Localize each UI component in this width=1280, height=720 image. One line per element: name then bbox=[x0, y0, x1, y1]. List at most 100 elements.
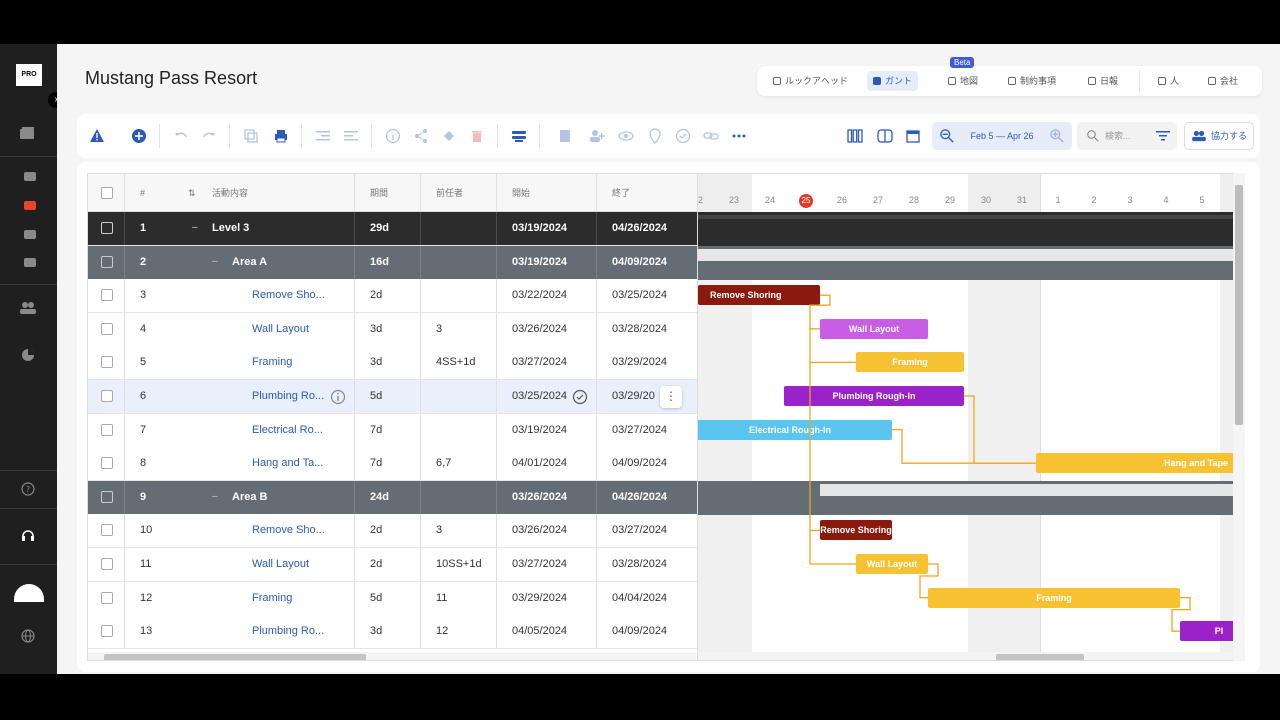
row-checkbox[interactable] bbox=[101, 255, 113, 268]
duration-cell[interactable]: 2d bbox=[370, 514, 382, 547]
help-icon[interactable]: ? bbox=[20, 482, 36, 496]
predecessor-cell[interactable]: 10SS+1d bbox=[436, 548, 482, 581]
redo-icon[interactable] bbox=[201, 128, 217, 144]
avatar[interactable] bbox=[14, 584, 44, 602]
collapse-icon[interactable]: – bbox=[212, 491, 218, 502]
row-checkbox[interactable] bbox=[101, 423, 113, 436]
tab-constraints[interactable]: 制約事項 bbox=[1002, 71, 1062, 91]
row-menu-icon[interactable]: ⋮ bbox=[660, 386, 682, 408]
activity-name[interactable]: Area A bbox=[232, 246, 324, 279]
duration-cell[interactable]: 3d bbox=[370, 346, 382, 379]
end-date-cell[interactable]: 04/09/2024 bbox=[612, 447, 667, 480]
start-date-cell[interactable]: 03/26/2024 bbox=[512, 514, 567, 547]
people-icon[interactable] bbox=[20, 301, 36, 315]
duration-cell[interactable]: 7d bbox=[370, 447, 382, 480]
folder-icon[interactable] bbox=[24, 172, 36, 181]
tab-lookahead[interactable]: ルックアヘッド bbox=[767, 71, 854, 91]
duration-cell[interactable]: 3d bbox=[370, 615, 382, 648]
app-logo[interactable]: PRO bbox=[16, 64, 42, 86]
collapse-all-icon[interactable]: ⇅ bbox=[188, 174, 202, 212]
end-date-cell[interactable]: 04/26/2024 bbox=[612, 481, 667, 514]
activity-name[interactable]: Wall Layout bbox=[252, 548, 324, 581]
gantt-horizontal-scrollbar[interactable] bbox=[698, 652, 1234, 660]
activity-name[interactable]: Electrical Ro... bbox=[252, 414, 324, 447]
share-icon[interactable] bbox=[413, 128, 429, 144]
end-date-cell[interactable]: 03/27/2024 bbox=[612, 414, 667, 447]
duration-cell[interactable]: 7d bbox=[370, 414, 382, 447]
row-checkbox[interactable] bbox=[101, 322, 113, 335]
building-icon[interactable] bbox=[557, 128, 573, 144]
select-all-checkbox[interactable] bbox=[101, 187, 113, 199]
zoom-in-icon[interactable] bbox=[1050, 129, 1064, 143]
scroll-thumb[interactable] bbox=[1235, 185, 1243, 425]
row-checkbox[interactable] bbox=[101, 625, 113, 638]
row-checkbox[interactable] bbox=[101, 524, 113, 537]
check-circle-icon[interactable] bbox=[675, 128, 691, 144]
warning-icon[interactable] bbox=[89, 128, 105, 144]
table-row[interactable]: 11 Wall Layout 2d 10SS+1d 03/27/2024 03/28/20… bbox=[88, 548, 697, 582]
duration-cell[interactable]: 29d bbox=[370, 212, 389, 245]
table-row[interactable]: 5 Framing 3d 4SS+1d 03/27/2024 03/29/2024 bbox=[88, 346, 697, 381]
start-date-cell[interactable]: 03/26/2024 bbox=[512, 313, 567, 346]
grid-horizontal-scrollbar[interactable] bbox=[88, 652, 696, 660]
calendar-icon[interactable] bbox=[905, 128, 921, 144]
collapse-icon[interactable]: – bbox=[212, 256, 218, 267]
row-checkbox[interactable] bbox=[101, 591, 113, 604]
duration-cell[interactable]: 5d bbox=[370, 582, 382, 615]
table-row[interactable]: 7 Electrical Ro... 7d 03/19/2024 03/27/2024 bbox=[88, 413, 697, 448]
duration-cell[interactable]: 2d bbox=[370, 279, 382, 312]
activity-name[interactable]: Remove Sho... bbox=[252, 514, 324, 547]
globe-icon[interactable] bbox=[20, 629, 36, 643]
start-date-cell[interactable]: 03/27/2024 bbox=[512, 346, 567, 379]
predecessor-cell[interactable]: 11 bbox=[436, 582, 447, 615]
predecessor-cell[interactable]: 6,7 bbox=[436, 447, 451, 480]
table-row[interactable]: 12 Framing 5d 11 03/29/2024 04/04/2024 bbox=[88, 581, 697, 616]
end-date-cell[interactable]: 03/27/2024 bbox=[612, 514, 667, 547]
check-circle-icon[interactable] bbox=[572, 389, 588, 405]
filter-icon[interactable] bbox=[1155, 128, 1171, 144]
more-icon[interactable] bbox=[731, 128, 747, 144]
header-end[interactable]: 終了 bbox=[612, 174, 630, 212]
add-person-icon[interactable] bbox=[589, 128, 605, 144]
start-date-cell[interactable]: 04/05/2024 bbox=[512, 615, 567, 648]
end-date-cell[interactable]: 03/29/2024 bbox=[612, 346, 667, 379]
end-date-cell[interactable]: 03/28/2024 bbox=[612, 313, 667, 346]
predecessor-cell[interactable]: 3 bbox=[436, 313, 442, 346]
table-row[interactable]: 3 Remove Sho... 2d 03/22/2024 03/25/2024 bbox=[88, 279, 697, 314]
row-checkbox[interactable] bbox=[101, 356, 113, 369]
start-date-cell[interactable]: 03/22/2024 bbox=[512, 279, 567, 312]
tab-map[interactable]: 地図 bbox=[942, 71, 984, 91]
table-row[interactable]: 6 Plumbing Ro... 5d 03/25/2024 03/29/20 ⋮ bbox=[88, 380, 697, 414]
start-date-cell[interactable]: 04/01/2024 bbox=[512, 447, 567, 480]
link-icon[interactable] bbox=[703, 128, 719, 144]
outdent-icon[interactable] bbox=[343, 128, 359, 144]
folder-stack-icon[interactable] bbox=[20, 126, 36, 140]
scroll-thumb[interactable] bbox=[104, 654, 366, 660]
start-date-cell[interactable]: 03/19/2024 bbox=[512, 414, 567, 447]
add-icon[interactable] bbox=[131, 128, 147, 144]
row-checkbox[interactable] bbox=[101, 289, 113, 302]
activity-name[interactable]: Remove Sho... bbox=[252, 279, 324, 312]
columns-view-icon[interactable] bbox=[847, 128, 863, 144]
activity-name[interactable]: Framing bbox=[252, 346, 324, 379]
end-date-cell[interactable]: 03/25/2024 bbox=[612, 279, 667, 312]
duration-cell[interactable]: 24d bbox=[370, 481, 389, 514]
paint-bucket-icon[interactable] bbox=[441, 128, 457, 144]
activity-name[interactable]: Plumbing Ro... bbox=[252, 380, 324, 413]
print-icon[interactable] bbox=[273, 128, 289, 144]
header-name[interactable]: 活動内容 bbox=[212, 174, 248, 212]
start-date-cell[interactable]: 03/29/2024 bbox=[512, 582, 567, 615]
folder-icon[interactable] bbox=[24, 258, 36, 267]
location-pin-icon[interactable] bbox=[647, 128, 663, 144]
headset-icon[interactable] bbox=[20, 528, 36, 542]
row-checkbox[interactable] bbox=[101, 390, 113, 402]
tab-gantt[interactable]: ガント bbox=[867, 71, 919, 91]
activity-name[interactable]: Level 3 bbox=[212, 212, 324, 245]
header-start[interactable]: 開始 bbox=[512, 174, 530, 212]
delete-icon[interactable] bbox=[469, 128, 485, 144]
start-date-cell[interactable]: 03/19/2024 bbox=[512, 212, 567, 245]
indent-icon[interactable] bbox=[315, 128, 331, 144]
date-range-control[interactable]: Feb 5 — Apr 26 bbox=[932, 122, 1072, 150]
table-row[interactable]: 2 – Area A 16d 03/19/2024 04/09/2024 bbox=[88, 245, 697, 280]
header-duration[interactable]: 期間 bbox=[370, 174, 388, 212]
